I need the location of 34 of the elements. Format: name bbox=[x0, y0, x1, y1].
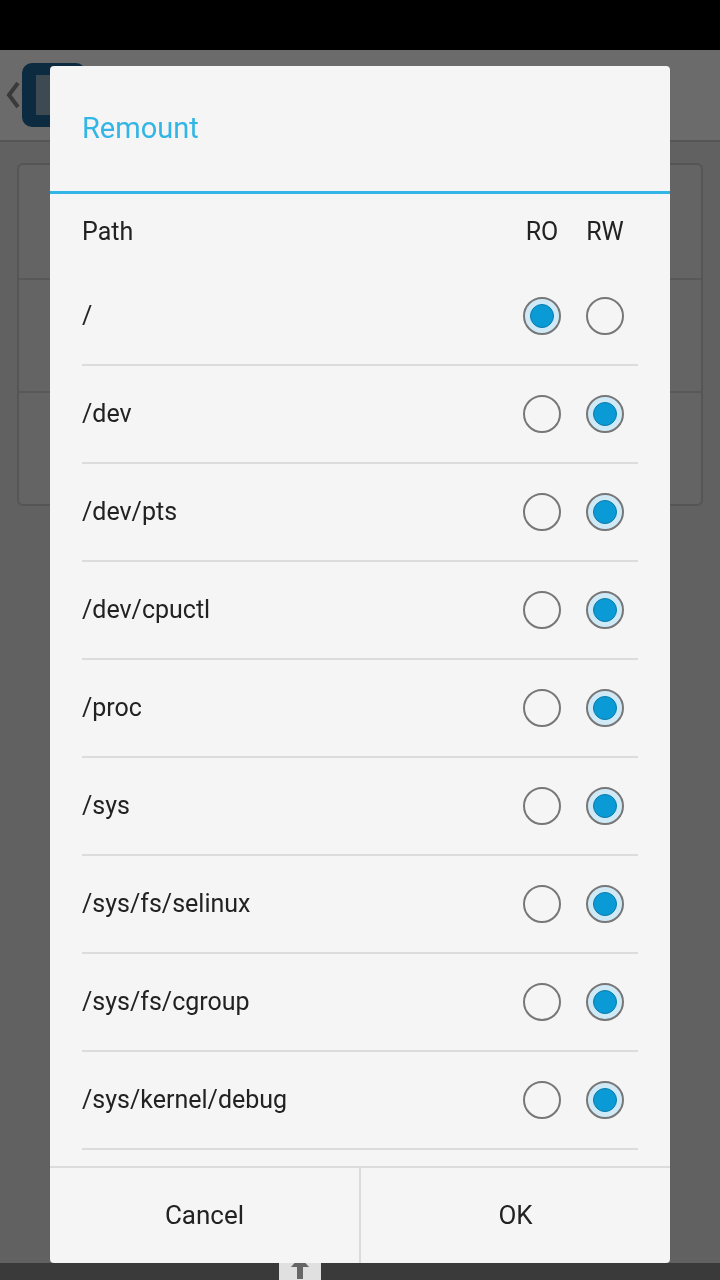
mount-path: /dev/pts bbox=[82, 496, 179, 529]
dialog-title: Remount bbox=[82, 109, 199, 147]
column-header: RW bbox=[586, 216, 624, 249]
column-header: RO bbox=[524, 216, 560, 249]
mount-path: /dev bbox=[82, 398, 133, 431]
radio-button[interactable] bbox=[586, 297, 624, 335]
radio-button[interactable] bbox=[523, 395, 561, 433]
mount-path: /sys/fs/selinux bbox=[82, 888, 252, 921]
mount-path: /sys/kernel/debug bbox=[82, 1084, 289, 1117]
radio-button[interactable] bbox=[523, 689, 561, 727]
radio-button[interactable] bbox=[586, 395, 624, 433]
mount-path: /proc bbox=[82, 692, 143, 725]
radio-button[interactable] bbox=[586, 787, 624, 825]
mount-path: /sys bbox=[82, 790, 131, 823]
radio-button[interactable] bbox=[523, 591, 561, 629]
radio-button[interactable] bbox=[523, 297, 561, 335]
mount-path: /dev/cpuctl bbox=[82, 594, 212, 627]
cancel-button[interactable]: Cancel bbox=[50, 1168, 361, 1263]
back-chevron-icon bbox=[6, 80, 20, 110]
column-header: Path bbox=[82, 216, 135, 249]
radio-button[interactable] bbox=[586, 493, 624, 531]
radio-button[interactable] bbox=[523, 885, 561, 923]
radio-button[interactable] bbox=[586, 983, 624, 1021]
radio-button[interactable] bbox=[523, 983, 561, 1021]
mount-path: / bbox=[82, 300, 94, 333]
ok-button[interactable]: OK bbox=[361, 1168, 670, 1263]
radio-button[interactable] bbox=[586, 885, 624, 923]
radio-button[interactable] bbox=[523, 1081, 561, 1119]
radio-button[interactable] bbox=[586, 1081, 624, 1119]
mount-path: /sys/fs/cgroup bbox=[82, 986, 251, 1019]
radio-button[interactable] bbox=[586, 591, 624, 629]
radio-button[interactable] bbox=[586, 689, 624, 727]
radio-button[interactable] bbox=[523, 493, 561, 531]
radio-button[interactable] bbox=[523, 787, 561, 825]
